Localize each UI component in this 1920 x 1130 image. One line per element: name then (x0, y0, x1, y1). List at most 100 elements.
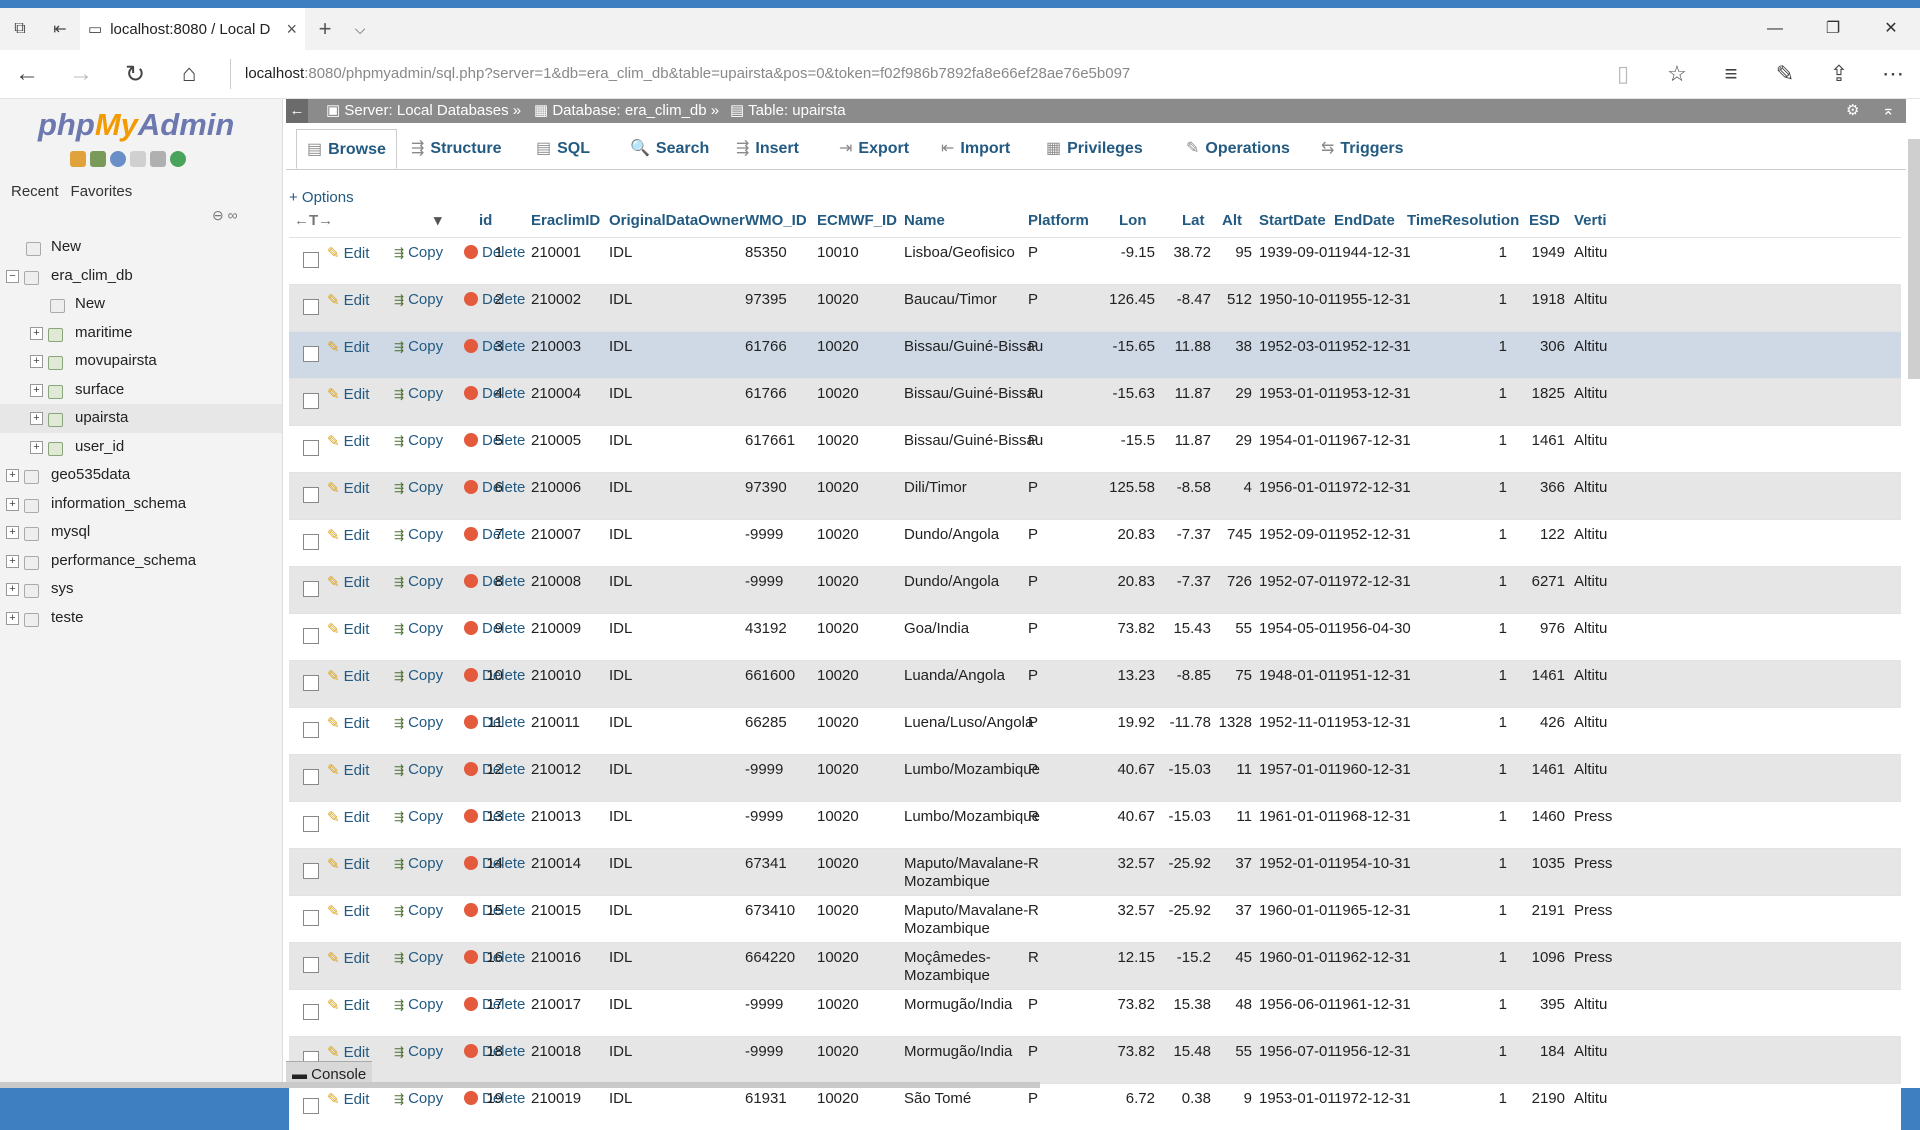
table-row[interactable]: ✎ Edit ⇶ Copy Delete 19 210019 IDL 61931 10020 São… (289, 1083, 1901, 1130)
expand-icon[interactable]: + (30, 326, 43, 340)
table-row[interactable]: ✎ Edit ⇶ Copy Delete 6 210006 IDL 97390 10020 Dili… (289, 472, 1901, 519)
row-checkbox[interactable] (303, 299, 319, 315)
breadcrumb-database[interactable]: ▦ Database: era_clim_db » (534, 99, 719, 123)
edit-button[interactable]: ✎ Edit (327, 432, 369, 450)
tab-actions-icon[interactable]: ⧉ (0, 20, 40, 38)
tab-privileges[interactable]: ▦ Privileges (1046, 129, 1143, 169)
copy-button[interactable]: ⇶ Copy (394, 714, 443, 731)
options-link[interactable]: + Options (289, 189, 354, 206)
back-icon[interactable]: ← (0, 60, 54, 88)
expand-icon[interactable]: + (30, 383, 43, 397)
breadcrumb-table[interactable]: ▤ Table: upairsta (730, 99, 846, 123)
recent-tab[interactable]: Recent (10, 181, 60, 202)
tree-item-new[interactable]: New (0, 233, 282, 262)
table-row[interactable]: ✎ Edit ⇶ Copy Delete 2 210002 IDL 97395 10020 Bauc… (289, 284, 1901, 331)
expand-icon[interactable]: + (6, 497, 19, 511)
table-row[interactable]: ✎ Edit ⇶ Copy Delete 16 210016 IDL 664220 10020 Mo… (289, 942, 1901, 989)
row-checkbox[interactable] (303, 1098, 319, 1114)
copy-button[interactable]: ⇶ Copy (394, 526, 443, 543)
favorite-star-icon[interactable]: ☆ (1650, 61, 1704, 87)
tree-item-teste[interactable]: + teste (0, 604, 282, 633)
home-icon[interactable]: ⌂ (162, 60, 216, 88)
row-checkbox[interactable] (303, 675, 319, 691)
tree-item-sys[interactable]: + sys (0, 575, 282, 604)
edit-button[interactable]: ✎ Edit (327, 902, 369, 920)
tab-structure[interactable]: ⇶ Structure (411, 129, 502, 169)
expand-icon[interactable]: + (6, 554, 19, 568)
edit-button[interactable]: ✎ Edit (327, 385, 369, 403)
copy-button[interactable]: ⇶ Copy (394, 620, 443, 637)
column-header[interactable]: Verti (1574, 205, 1607, 237)
copy-button[interactable]: ⇶ Copy (394, 338, 443, 355)
hub-icon[interactable]: ≡ (1704, 61, 1758, 87)
tree-item-information-schema[interactable]: + information_schema (0, 490, 282, 519)
edit-button[interactable]: ✎ Edit (327, 1043, 369, 1061)
url-field[interactable]: localhost:8080/phpmyadmin/sql.php?server… (230, 59, 1130, 89)
tab-browse[interactable]: ▤ Browse (296, 129, 397, 169)
edit-button[interactable]: ✎ Edit (327, 573, 369, 591)
expand-icon[interactable]: + (6, 469, 19, 482)
tab-insert[interactable]: ⇶ Insert (736, 129, 799, 169)
edit-button[interactable]: ✎ Edit (327, 667, 369, 685)
tree-item-surface[interactable]: + surface (0, 376, 282, 405)
table-row[interactable]: ✎ Edit ⇶ Copy Delete 7 210007 IDL -9999 10020 Dund… (289, 519, 1901, 566)
copy-button[interactable]: ⇶ Copy (394, 855, 443, 872)
column-header[interactable]: Alt (1222, 205, 1242, 237)
phpmyadmin-logo[interactable]: phpMyAdmin (38, 107, 234, 143)
vertical-scrollbar[interactable] (1908, 139, 1920, 379)
column-header[interactable]: Lat (1182, 205, 1205, 237)
copy-button[interactable]: ⇶ Copy (394, 244, 443, 261)
column-header[interactable]: ESD (1529, 205, 1560, 237)
row-checkbox[interactable] (303, 534, 319, 550)
column-header[interactable]: StartDate (1259, 205, 1326, 237)
collapse-all-icon[interactable]: ⊖ ∞ (212, 207, 238, 224)
sort-dropdown-icon[interactable]: ▾ (434, 205, 442, 237)
row-checkbox[interactable] (303, 910, 319, 926)
column-header[interactable]: Name (904, 205, 945, 237)
tree-item-maritime[interactable]: + maritime (0, 319, 282, 348)
copy-button[interactable]: ⇶ Copy (394, 291, 443, 308)
tree-item-user-id[interactable]: + user_id (0, 433, 282, 462)
column-header[interactable]: Platform (1028, 205, 1089, 237)
gear-icon[interactable]: ⚙ (1846, 99, 1859, 123)
tree-item-upairsta[interactable]: + upairsta (0, 404, 282, 433)
edit-button[interactable]: ✎ Edit (327, 291, 369, 309)
column-header[interactable]: TimeResolution (1407, 205, 1519, 237)
column-header[interactable]: ECMWF_ID (817, 205, 897, 237)
tree-item-new[interactable]: New (0, 290, 282, 319)
expand-icon[interactable]: + (6, 583, 19, 596)
column-header[interactable]: EraclimID (531, 205, 600, 237)
column-header[interactable]: id (479, 205, 492, 237)
table-row[interactable]: ✎ Edit ⇶ Copy Delete 1 210001 IDL 85350 10010 Lisb… (289, 237, 1901, 284)
row-checkbox[interactable] (303, 581, 319, 597)
edit-button[interactable]: ✎ Edit (327, 996, 369, 1014)
tree-item-mysql[interactable]: + mysql (0, 518, 282, 547)
table-row[interactable]: ✎ Edit ⇶ Copy Delete 8 210008 IDL -9999 10020 Dund… (289, 566, 1901, 613)
breadcrumb-server[interactable]: ▣ Server: Local Databases » (326, 99, 521, 123)
edit-button[interactable]: ✎ Edit (327, 479, 369, 497)
row-checkbox[interactable] (303, 816, 319, 832)
collapse-nav-icon[interactable]: ← (286, 99, 308, 123)
table-row[interactable]: ✎ Edit ⇶ Copy Delete 9 210009 IDL 43192 10020 Goa/… (289, 613, 1901, 660)
row-checkbox[interactable] (303, 1004, 319, 1020)
tab-sql[interactable]: ▤ SQL (536, 129, 590, 169)
set-aside-tabs-icon[interactable]: ⇤ (40, 19, 80, 39)
edit-button[interactable]: ✎ Edit (327, 1090, 369, 1108)
exit-icon[interactable] (90, 151, 106, 167)
refresh-icon[interactable]: ↻ (108, 60, 162, 89)
docs-icon[interactable] (130, 151, 146, 167)
row-checkbox[interactable] (303, 440, 319, 456)
table-row[interactable]: ✎ Edit ⇶ Copy Delete 5 210005 IDL 617661 10020 Bis… (289, 425, 1901, 472)
table-row[interactable]: ✎ Edit ⇶ Copy Delete 15 210015 IDL 673410 10020 Ma… (289, 895, 1901, 942)
expand-icon[interactable]: + (30, 440, 43, 454)
copy-button[interactable]: ⇶ Copy (394, 996, 443, 1013)
expand-icon[interactable]: + (6, 526, 19, 539)
restore-icon[interactable]: ❐ (1804, 8, 1862, 50)
tree-item-performance-schema[interactable]: + performance_schema (0, 547, 282, 576)
edit-button[interactable]: ✎ Edit (327, 620, 369, 638)
column-resize-icon[interactable]: ←T→ (294, 205, 333, 237)
copy-button[interactable]: ⇶ Copy (394, 667, 443, 684)
row-checkbox[interactable] (303, 252, 319, 268)
tab-triggers[interactable]: ⇆ Triggers (1321, 129, 1404, 169)
close-window-icon[interactable]: ✕ (1862, 8, 1920, 50)
